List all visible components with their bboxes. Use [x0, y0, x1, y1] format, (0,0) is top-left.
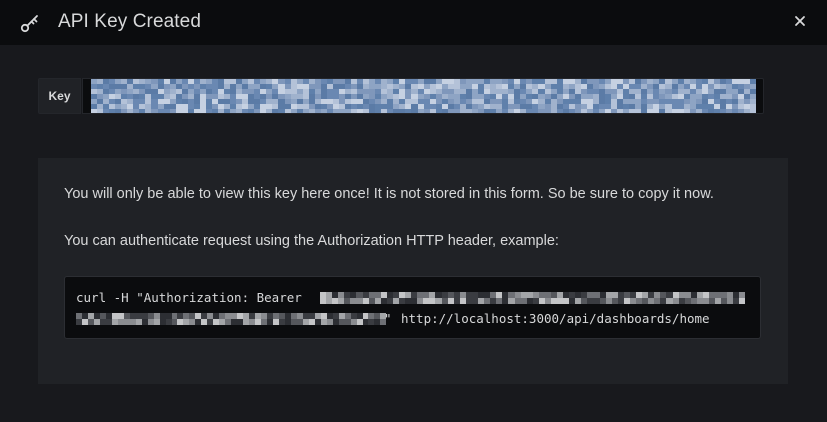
modal-title: API Key Created [58, 11, 202, 32]
redacted-token-line2 [76, 313, 386, 325]
close-icon[interactable] [789, 10, 811, 32]
info-auth-text: You can authenticate request using the A… [64, 233, 559, 249]
code-quote: " [384, 311, 392, 326]
key-label: Key [38, 78, 81, 114]
code-prefix: curl -H "Authorization: Bearer [76, 290, 302, 305]
code-url: http://localhost:3000/api/dashboards/hom… [401, 311, 710, 326]
key-field-row: Key [38, 78, 764, 114]
code-example[interactable]: curl -H "Authorization: Bearer " http://… [64, 276, 761, 339]
api-key-modal: API Key Created Key You will only be abl… [0, 0, 827, 422]
info-warning-text: You will only be able to view this key h… [64, 186, 714, 202]
info-panel: You will only be able to view this key h… [38, 158, 788, 384]
key-value-selection[interactable] [91, 79, 756, 113]
key-icon [20, 15, 38, 33]
key-input[interactable] [82, 78, 764, 114]
modal-header: API Key Created [0, 0, 827, 45]
redacted-token-line1 [320, 292, 746, 304]
